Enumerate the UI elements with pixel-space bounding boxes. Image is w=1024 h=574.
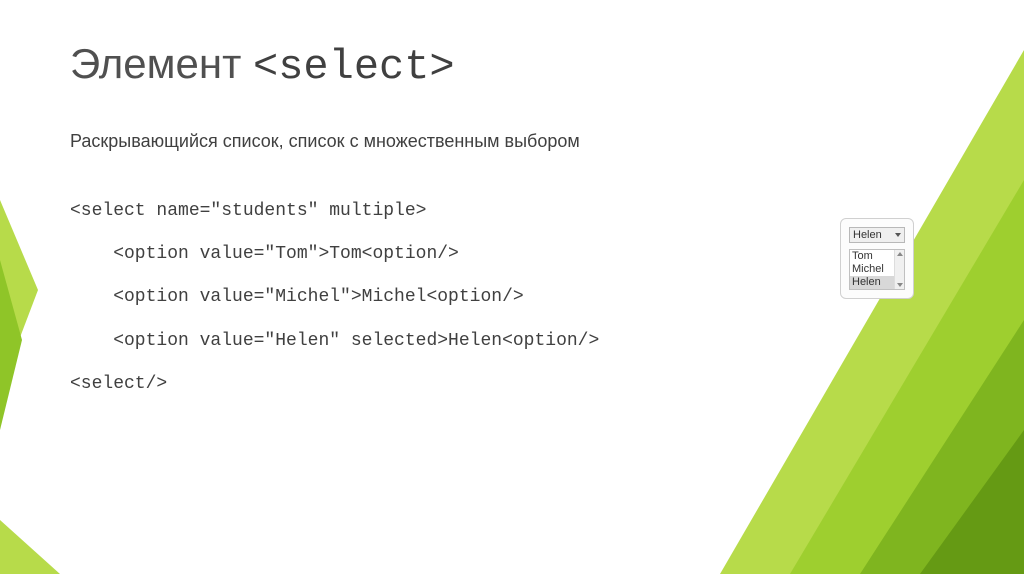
code-line: <select name="students" multiple>	[70, 201, 426, 221]
title-tag: <select>	[253, 43, 455, 91]
slide-title: Элемент <select>	[70, 40, 954, 91]
code-line: <option value="Michel">Michel<option/>	[70, 287, 524, 307]
slide-subtitle: Раскрывающийся список, список с множеств…	[70, 131, 954, 152]
code-line: <select/>	[70, 374, 167, 394]
code-line: <option value="Helen" selected>Helen<opt…	[70, 331, 599, 351]
slide-content: Элемент <select> Раскрывающийся список, …	[0, 0, 1024, 406]
code-line: <option value="Tom">Tom<option/>	[70, 244, 459, 264]
title-word: Элемент	[70, 40, 253, 87]
code-block: <select name="students" multiple> <optio…	[70, 190, 954, 406]
